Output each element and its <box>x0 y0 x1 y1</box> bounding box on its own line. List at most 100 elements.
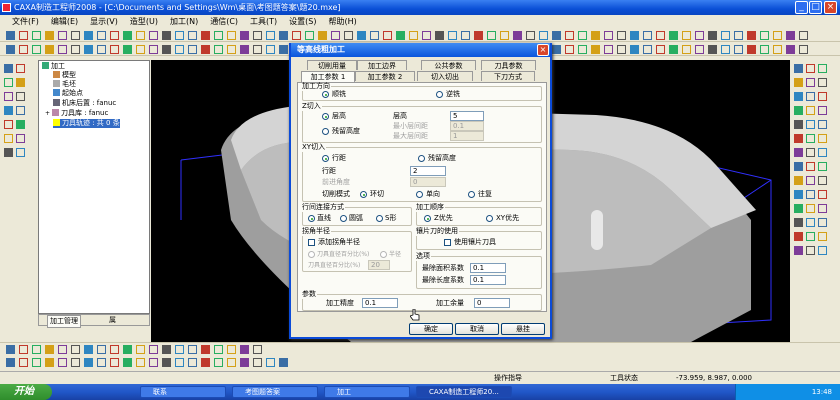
rbar-tool-icon[interactable] <box>818 162 827 171</box>
menu-edit[interactable]: 编辑(E) <box>51 15 78 28</box>
task-answers[interactable]: 考图题答案 <box>232 386 318 398</box>
rbar-tool-icon[interactable] <box>794 148 803 157</box>
tbar1-tool-icon[interactable] <box>760 31 769 40</box>
bbar1-tool-icon[interactable] <box>188 345 197 354</box>
bbar2-tool-icon[interactable] <box>227 358 236 367</box>
tab-lead-in-out[interactable]: 切入切出 <box>417 71 473 81</box>
bbar2-tool-icon[interactable] <box>19 358 28 367</box>
tool-diameter-percent-input[interactable]: 20 <box>368 260 390 270</box>
bbar1-tool-icon[interactable] <box>201 345 210 354</box>
tbar1-tool-icon[interactable] <box>383 31 392 40</box>
min-length-factor-input[interactable]: 0.1 <box>470 275 506 285</box>
allowance-input[interactable]: 0 <box>474 298 510 308</box>
task-machining[interactable]: 加工 <box>324 386 410 398</box>
tbar1-tool-icon[interactable] <box>617 31 626 40</box>
rbar-tool-icon[interactable] <box>818 232 827 241</box>
rbar-tool-icon[interactable] <box>806 148 815 157</box>
tbar1-tool-icon[interactable] <box>682 31 691 40</box>
tbar2-tool-icon[interactable] <box>227 45 236 54</box>
conventional-milling-radio[interactable] <box>436 91 443 98</box>
tbar1-tool-icon[interactable] <box>162 31 171 40</box>
ok-button[interactable]: 确定 <box>409 323 453 335</box>
rbar-tool-icon[interactable] <box>794 134 803 143</box>
bbar1-tool-icon[interactable] <box>253 345 262 354</box>
lbar-tool-icon[interactable] <box>16 64 25 73</box>
bbar1-tool-icon[interactable] <box>58 345 67 354</box>
tbar1-tool-icon[interactable] <box>539 31 548 40</box>
tbar1-tool-icon[interactable] <box>435 31 444 40</box>
tbar1-tool-icon[interactable] <box>58 31 67 40</box>
bbar1-tool-icon[interactable] <box>71 345 80 354</box>
tbar1-tool-icon[interactable] <box>786 31 795 40</box>
tab-properties[interactable]: 属 <box>109 315 116 326</box>
rbar-tool-icon[interactable] <box>806 232 815 241</box>
rbar-tool-icon[interactable] <box>818 190 827 199</box>
tbar1-tool-icon[interactable] <box>292 31 301 40</box>
tbar1-tool-icon[interactable] <box>695 31 704 40</box>
lbar-tool-icon[interactable] <box>4 134 13 143</box>
tbar1-tool-icon[interactable] <box>331 31 340 40</box>
rbar-tool-icon[interactable] <box>818 246 827 255</box>
rbar-tool-icon[interactable] <box>794 246 803 255</box>
rbar-tool-icon[interactable] <box>818 176 827 185</box>
tbar1-tool-icon[interactable] <box>201 31 210 40</box>
tbar2-tool-icon[interactable] <box>734 45 743 54</box>
lbar-tool-icon[interactable] <box>4 120 13 129</box>
tbar1-tool-icon[interactable] <box>526 31 535 40</box>
task-caxa[interactable]: CAXA制造工程师20... <box>416 386 512 398</box>
tbar1-tool-icon[interactable] <box>253 31 262 40</box>
tbar1-tool-icon[interactable] <box>500 31 509 40</box>
tbar1-tool-icon[interactable] <box>266 31 275 40</box>
rbar-tool-icon[interactable] <box>806 92 815 101</box>
tbar2-tool-icon[interactable] <box>721 45 730 54</box>
bbar2-tool-icon[interactable] <box>6 358 15 367</box>
expand-icon[interactable]: + <box>45 110 50 117</box>
tab-common-parameters[interactable]: 公共参数 <box>421 60 476 70</box>
bbar1-tool-icon[interactable] <box>32 345 41 354</box>
bbar2-tool-icon[interactable] <box>214 358 223 367</box>
suspend-button[interactable]: 悬挂 <box>501 323 545 335</box>
rbar-tool-icon[interactable] <box>794 162 803 171</box>
menu-view[interactable]: 显示(V) <box>90 15 118 28</box>
tbar1-tool-icon[interactable] <box>578 31 587 40</box>
tbar2-tool-icon[interactable] <box>760 45 769 54</box>
tbar1-tool-icon[interactable] <box>656 31 665 40</box>
residual-height-radio[interactable] <box>322 128 329 135</box>
tbar1-tool-icon[interactable] <box>643 31 652 40</box>
tbar1-tool-icon[interactable] <box>799 31 808 40</box>
min-layer-spacing-input[interactable]: 0.1 <box>450 121 484 131</box>
rbar-tool-icon[interactable] <box>806 120 815 129</box>
tbar1-tool-icon[interactable] <box>604 31 613 40</box>
lbar-tool-icon[interactable] <box>4 78 13 87</box>
layer-height-input[interactable]: 5 <box>450 111 484 121</box>
tbar1-tool-icon[interactable] <box>71 31 80 40</box>
tbar1-tool-icon[interactable] <box>357 31 366 40</box>
tbar1-tool-icon[interactable] <box>630 31 639 40</box>
tbar1-tool-icon[interactable] <box>136 31 145 40</box>
rbar-tool-icon[interactable] <box>818 204 827 213</box>
lbar-tool-icon[interactable] <box>4 106 13 115</box>
bbar1-tool-icon[interactable] <box>175 345 184 354</box>
task-contact[interactable]: 联系 <box>140 386 226 398</box>
tbar2-tool-icon[interactable] <box>253 45 262 54</box>
tbar1-tool-icon[interactable] <box>734 31 743 40</box>
rbar-tool-icon[interactable] <box>818 92 827 101</box>
rbar-tool-icon[interactable] <box>794 78 803 87</box>
bbar2-tool-icon[interactable] <box>279 358 288 367</box>
tab-machining-boundary[interactable]: 加工边界 <box>357 60 407 70</box>
tbar2-tool-icon[interactable] <box>240 45 249 54</box>
cancel-button[interactable]: 取消 <box>455 323 499 335</box>
bbar2-tool-icon[interactable] <box>97 358 106 367</box>
z-first-radio[interactable] <box>424 215 431 222</box>
tbar1-tool-icon[interactable] <box>565 31 574 40</box>
lbar-tool-icon[interactable] <box>4 64 13 73</box>
tbar1-tool-icon[interactable] <box>84 31 93 40</box>
tbar1-tool-icon[interactable] <box>19 31 28 40</box>
tbar2-tool-icon[interactable] <box>786 45 795 54</box>
tbar1-tool-icon[interactable] <box>747 31 756 40</box>
menu-file[interactable]: 文件(F) <box>12 15 39 28</box>
tbar1-tool-icon[interactable] <box>773 31 782 40</box>
rbar-tool-icon[interactable] <box>806 190 815 199</box>
tbar1-tool-icon[interactable] <box>708 31 717 40</box>
tbar2-tool-icon[interactable] <box>149 45 158 54</box>
